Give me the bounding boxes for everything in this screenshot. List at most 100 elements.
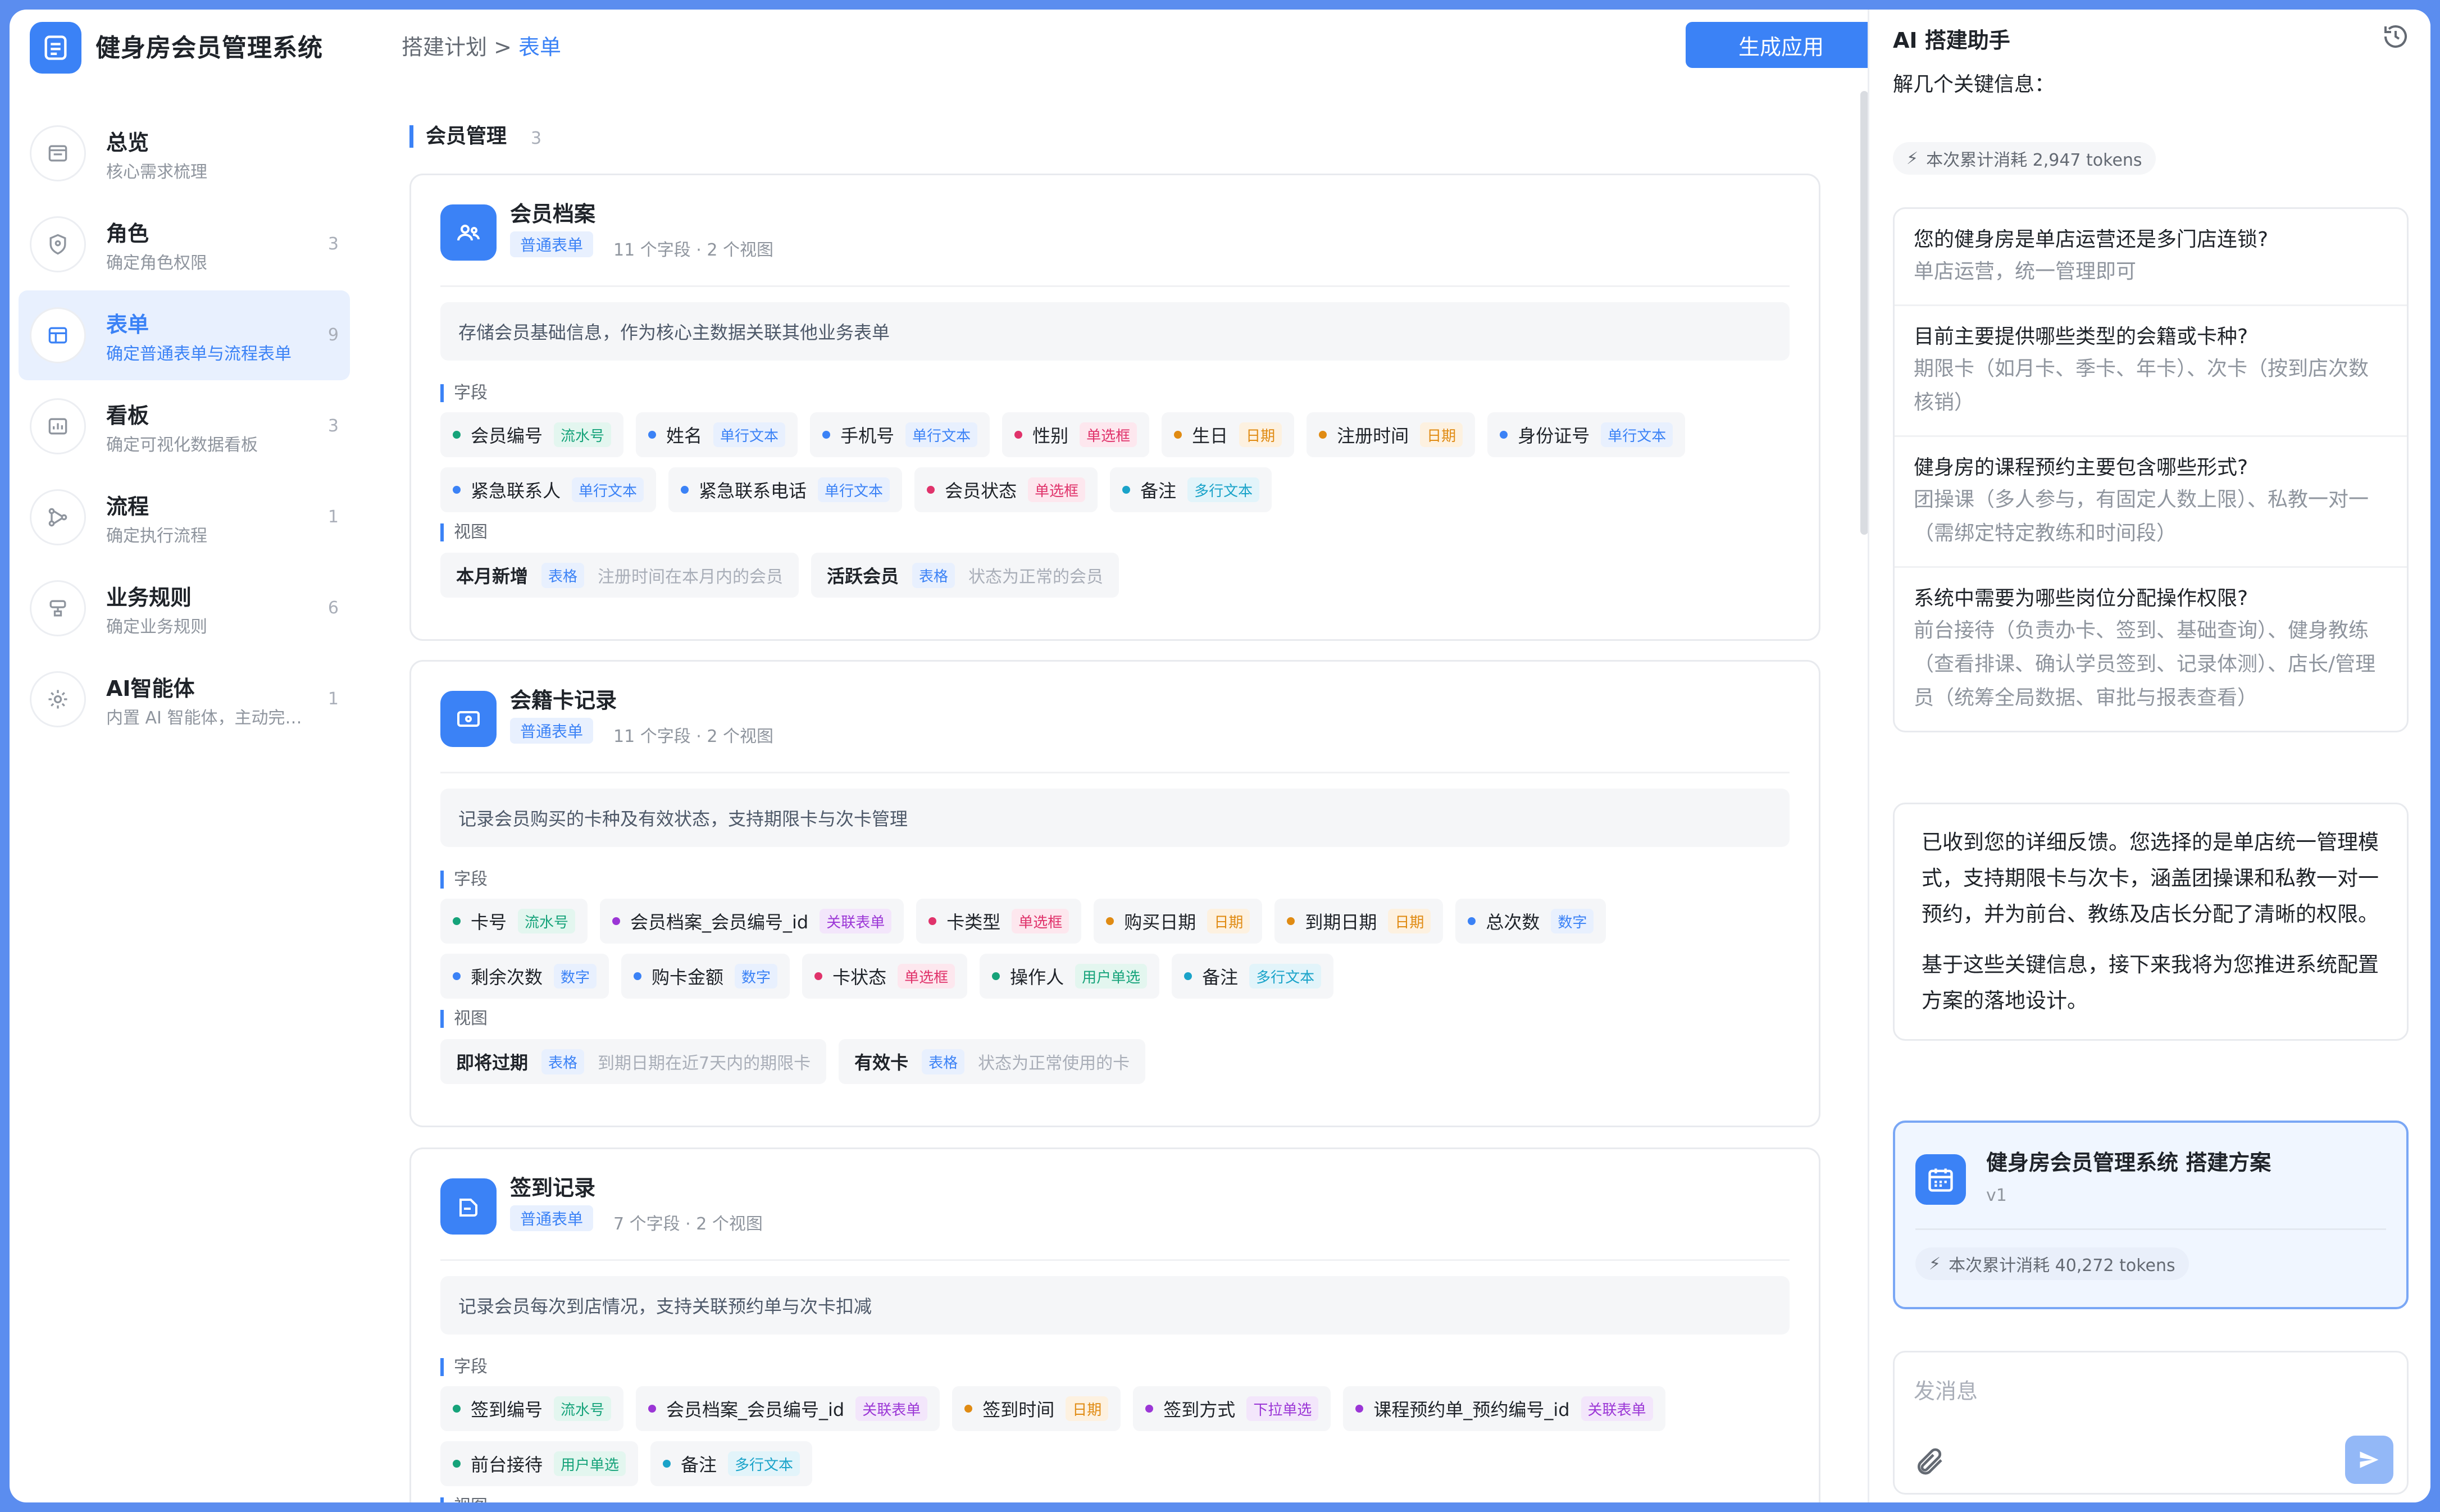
field-chip[interactable]: 性别 单选框 xyxy=(1002,412,1150,457)
field-type-dot xyxy=(663,1460,671,1468)
sidebar-item[interactable]: 流程 确定执行流程 1 xyxy=(19,472,350,562)
field-chip[interactable]: 签到方式 下拉单选 xyxy=(1133,1386,1331,1431)
field-name: 签到时间 xyxy=(982,1399,1055,1420)
form-meta: 11 个字段 · 2 个视图 xyxy=(613,727,773,746)
view-chip[interactable]: 活跃会员 表格 状态为正常的会员 xyxy=(811,553,1119,598)
field-chip[interactable]: 紧急联系电话 单行文本 xyxy=(668,467,903,512)
view-chip[interactable]: 本月新增 表格 注册时间在本月内的会员 xyxy=(440,553,799,598)
form-title[interactable]: 会籍卡记录 xyxy=(510,683,617,714)
plan-version: v1 xyxy=(1986,1186,2007,1205)
qa-answer: 单店运营，统一管理即可 xyxy=(1914,260,2137,283)
send-button[interactable] xyxy=(2345,1436,2393,1484)
qa-question: 健身房的课程预约主要包含哪些形式? xyxy=(1914,456,2248,479)
field-chip[interactable]: 备注 多行文本 xyxy=(650,1441,813,1486)
field-chip[interactable]: 生日 日期 xyxy=(1162,412,1295,457)
field-chip[interactable]: 姓名 单行文本 xyxy=(636,412,798,457)
sidebar-item-title: AI智能体 xyxy=(106,676,195,701)
field-chip[interactable]: 会员状态 单选框 xyxy=(914,467,1098,512)
sidebar-item[interactable]: 看板 确定可视化数据看板 3 xyxy=(19,381,350,471)
view-chip[interactable]: 即将过期 表格 到期日期在近7天内的期限卡 xyxy=(440,1039,827,1084)
field-type-dot xyxy=(992,972,1000,980)
view-name: 有效卡 xyxy=(854,1052,909,1073)
field-chip[interactable]: 签到编号 流水号 xyxy=(440,1386,624,1431)
field-chip[interactable]: 会员编号 流水号 xyxy=(440,412,624,457)
field-name: 手机号 xyxy=(840,425,895,447)
field-chip[interactable]: 卡状态 单选框 xyxy=(802,954,968,999)
field-name: 紧急联系人 xyxy=(471,480,561,502)
sidebar-item[interactable]: 业务规则 确定业务规则 6 xyxy=(19,563,350,653)
sidebar-item-subtitle: 确定普通表单与流程表单 xyxy=(106,344,292,364)
assistant-intro-text: 解几个关键信息： xyxy=(1893,73,2055,96)
field-type-dot xyxy=(814,972,823,980)
view-chip[interactable]: 有效卡 表格 状态为正常使用的卡 xyxy=(839,1039,1146,1084)
message-input[interactable]: 发消息 xyxy=(1893,1351,2409,1495)
message-input-placeholder: 发消息 xyxy=(1914,1379,1978,1404)
view-row: 本月新增 表格 注册时间在本月内的会员 活跃会员 表格 状态为正常的会员 xyxy=(440,553,1790,598)
field-chip[interactable]: 备注 多行文本 xyxy=(1110,467,1272,512)
field-chip[interactable]: 购卡金额 数字 xyxy=(621,954,790,999)
field-chip[interactable]: 到期日期 日期 xyxy=(1274,899,1444,944)
sidebar-item-count: 1 xyxy=(327,689,339,709)
field-chip[interactable]: 操作人 用户单选 xyxy=(980,954,1160,999)
section-title: 会员管理 xyxy=(409,125,507,148)
plan-card[interactable]: 健身房会员管理系统 搭建方案 v1 ⚡ 本次累计消耗 40,272 tokens xyxy=(1893,1121,2409,1309)
sidebar-item[interactable]: AI智能体内置 AI 智能体，主动完成任务 1 xyxy=(19,654,350,744)
field-name: 签到编号 xyxy=(471,1399,543,1420)
qa-question: 目前主要提供哪些类型的会籍或卡种? xyxy=(1914,325,2248,348)
field-chip[interactable]: 会员档案_会员编号_id 关联表单 xyxy=(600,899,904,944)
field-type-tag: 日期 xyxy=(1066,1396,1109,1421)
field-type-tag: 单选框 xyxy=(1080,422,1137,447)
field-chip[interactable]: 课程预约单_预约编号_id 关联表单 xyxy=(1343,1386,1665,1431)
generate-app-button[interactable]: 生成应用 xyxy=(1686,22,1877,68)
view-type-tag: 表格 xyxy=(541,1049,585,1074)
breadcrumb-parent[interactable]: 搭建计划 xyxy=(402,35,487,60)
field-chip[interactable]: 会员档案_会员编号_id 关联表单 xyxy=(636,1386,940,1431)
field-type-tag: 单行文本 xyxy=(572,477,644,502)
field-type-dot xyxy=(1122,486,1131,494)
sidebar-item[interactable]: 总览 核心需求梳理 xyxy=(19,108,350,198)
view-row: 即将过期 表格 到期日期在近7天内的期限卡 有效卡 表格 状态为正常使用的卡 xyxy=(440,1039,1790,1084)
field-name: 会员状态 xyxy=(945,480,1017,502)
rule-icon xyxy=(30,580,86,636)
field-chip[interactable]: 手机号 单行文本 xyxy=(810,412,990,457)
field-chip[interactable]: 剩余次数 数字 xyxy=(440,954,609,999)
form-type-tag: 普通表单 xyxy=(510,1205,594,1231)
field-type-tag: 日期 xyxy=(1239,422,1282,447)
breadcrumb-current: 表单 xyxy=(518,35,562,60)
field-chip[interactable]: 总次数 数字 xyxy=(1455,899,1606,944)
form-title[interactable]: 会员档案 xyxy=(510,197,595,227)
field-chip[interactable]: 签到时间 日期 xyxy=(952,1386,1121,1431)
field-chip[interactable]: 注册时间 日期 xyxy=(1307,412,1476,457)
attachment-icon[interactable] xyxy=(1914,1446,1945,1477)
field-chip[interactable]: 备注 多行文本 xyxy=(1172,954,1334,999)
app-logo-icon xyxy=(30,22,81,74)
field-chip[interactable]: 卡号 流水号 xyxy=(440,899,588,944)
field-type-dot xyxy=(1468,917,1476,925)
field-type-dot xyxy=(1106,917,1114,925)
form-meta: 7 个字段 · 2 个视图 xyxy=(613,1214,763,1234)
main-scrollbar[interactable] xyxy=(1860,91,1868,535)
field-name: 性别 xyxy=(1032,425,1069,447)
history-icon[interactable] xyxy=(2382,23,2409,50)
field-chip[interactable]: 身份证号 单行文本 xyxy=(1487,412,1686,457)
field-type-tag: 单选框 xyxy=(1012,909,1069,933)
field-chip[interactable]: 购买日期 日期 xyxy=(1094,899,1263,944)
form-type-tag: 普通表单 xyxy=(510,718,594,744)
qa-answer: 期限卡（如月卡、季卡、年卡）、次卡（按到店次数核销） xyxy=(1914,357,2369,414)
field-type-dot xyxy=(453,431,461,439)
field-type-tag: 流水号 xyxy=(554,422,612,447)
field-type-tag: 多行文本 xyxy=(728,1451,800,1476)
field-chip[interactable]: 前台接待 用户单选 xyxy=(440,1441,639,1486)
field-chip[interactable]: 紧急联系人 单行文本 xyxy=(440,467,657,512)
sidebar-item[interactable]: 角色 确定角色权限 3 xyxy=(19,199,350,289)
field-type-dot xyxy=(1184,972,1192,980)
form-title[interactable]: 签到记录 xyxy=(510,1171,595,1201)
field-type-tag: 多行文本 xyxy=(1249,964,1322,989)
qa-question: 系统中需要为哪些岗位分配操作权限? xyxy=(1914,587,2248,610)
field-type-tag: 日期 xyxy=(1207,909,1250,933)
sidebar-item[interactable]: 表单 确定普通表单与流程表单 9 xyxy=(19,290,350,380)
field-name: 备注 xyxy=(681,1454,717,1475)
field-chip[interactable]: 卡类型 单选框 xyxy=(916,899,1082,944)
field-type-dot xyxy=(612,917,621,925)
fields-label: 字段 xyxy=(440,1358,488,1376)
